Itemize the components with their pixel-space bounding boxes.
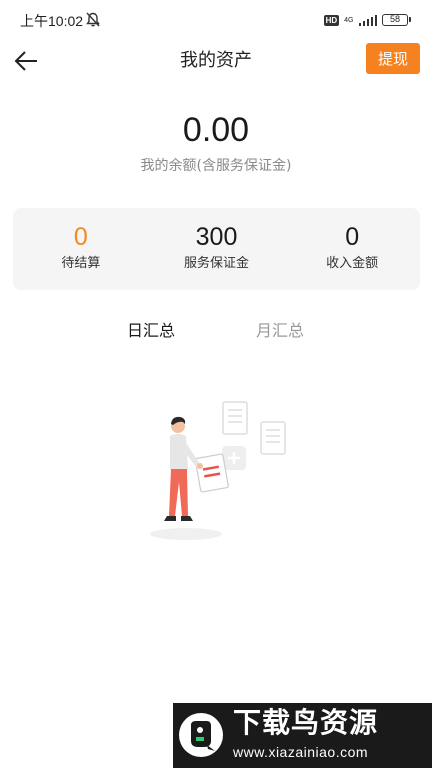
status-time: 上午10:02: [20, 13, 84, 29]
withdraw-button[interactable]: 提现: [366, 43, 420, 74]
bird-logo-icon: [179, 713, 223, 757]
stat-pending[interactable]: 0 待结算: [13, 208, 149, 290]
balance-label: 我的余额(含服务保证金): [140, 158, 292, 174]
stats-card: 0 待结算 300 服务保证金 0 收入金额: [13, 208, 420, 290]
summary-tabs: 日汇总 月汇总: [0, 318, 432, 348]
stat-income-label: 收入金额: [326, 256, 379, 271]
stat-income[interactable]: 0 收入金额: [284, 208, 420, 290]
status-bar: 上午10:02 HD 4G 58: [0, 0, 432, 40]
watermark-banner: 下载鸟资源 www.xiazainiao.com: [173, 703, 432, 768]
bell-muted-icon: [86, 12, 100, 27]
stat-deposit-label: 服务保证金: [184, 256, 250, 271]
status-indicators: HD 4G 58: [323, 10, 411, 30]
tab-monthly-summary[interactable]: 月汇总: [256, 318, 304, 344]
network-type-label: 4G: [344, 16, 354, 24]
main-content: 0.00 我的余额(含服务保证金) 0 待结算 300 服务保证金 0 收入金额…: [0, 82, 432, 768]
stat-deposit[interactable]: 300 服务保证金: [149, 208, 285, 290]
watermark-url: www.xiazainiao.com: [233, 744, 369, 760]
stat-pending-label: 待结算: [61, 256, 101, 271]
document-icon: [222, 401, 248, 435]
watermark-title: 下载鸟资源: [233, 706, 379, 739]
empty-state-illustration: [150, 401, 286, 540]
nav-bar: 我的资产 提现: [0, 40, 432, 82]
stat-income-value: 0: [345, 223, 360, 251]
stat-pending-value: 0: [73, 223, 88, 251]
tab-daily-summary[interactable]: 日汇总: [127, 318, 175, 344]
stat-deposit-value: 300: [195, 223, 238, 251]
hd-badge: HD: [323, 14, 340, 26]
balance-value: 0.00: [182, 111, 250, 149]
signal-icon: [358, 14, 377, 26]
battery-level: 58: [389, 14, 400, 24]
battery-icon: 58: [382, 14, 411, 26]
network-type: 4G: [344, 17, 353, 24]
